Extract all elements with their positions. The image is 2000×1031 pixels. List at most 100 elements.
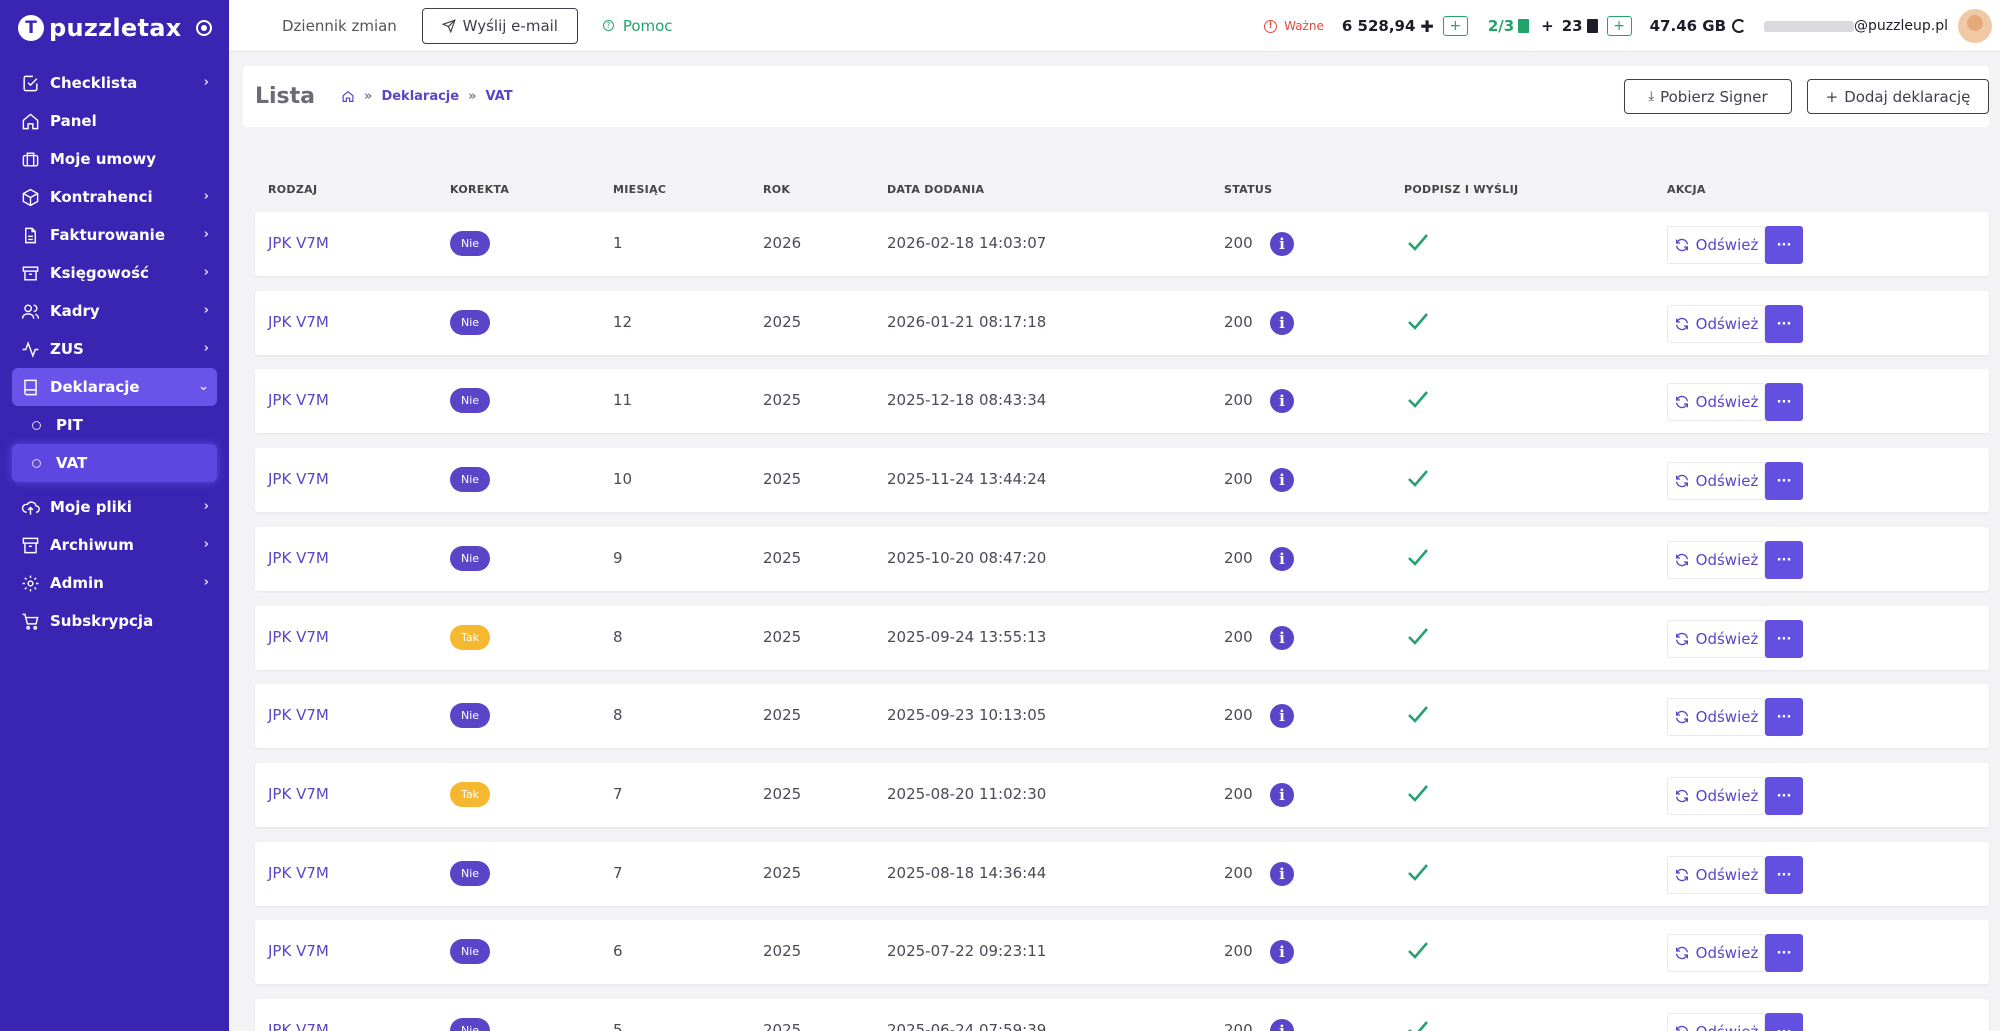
more-actions-button[interactable]: ··· bbox=[1765, 383, 1803, 421]
declaration-type-link[interactable]: JPK V7M bbox=[268, 1021, 329, 1031]
refresh-button[interactable]: Odśwież bbox=[1667, 462, 1765, 500]
add-credits-button[interactable]: + bbox=[1442, 16, 1468, 36]
avatar[interactable] bbox=[1958, 9, 1992, 43]
table-row[interactable]: JPK V7M Nie 10 2025 2025-11-24 13:44:24 200 i O… bbox=[255, 448, 1989, 512]
declaration-type-link[interactable]: JPK V7M bbox=[268, 785, 329, 803]
declaration-type-link[interactable]: JPK V7M bbox=[268, 313, 329, 331]
sidebar-subitem-vat[interactable]: VAT bbox=[12, 444, 217, 482]
info-icon[interactable]: i bbox=[1270, 232, 1294, 256]
more-actions-button[interactable]: ··· bbox=[1765, 698, 1803, 736]
column-header[interactable]: KOREKTA bbox=[450, 183, 509, 196]
date-added-cell: 2025-09-23 10:13:05 bbox=[887, 706, 1047, 724]
brand[interactable]: T puzzletax bbox=[0, 0, 229, 56]
sidebar-item-kontrahenci[interactable]: Kontrahenci › bbox=[12, 178, 217, 216]
declaration-type-link[interactable]: JPK V7M bbox=[268, 628, 329, 646]
column-header[interactable]: STATUS bbox=[1224, 183, 1272, 196]
home-icon[interactable] bbox=[341, 90, 355, 103]
refresh-button[interactable]: Odśwież bbox=[1667, 620, 1765, 658]
info-icon[interactable]: i bbox=[1270, 940, 1294, 964]
more-actions-button[interactable]: ··· bbox=[1765, 777, 1803, 815]
table-row[interactable]: JPK V7M Nie 12 2025 2026-01-21 08:17:18 200 i O… bbox=[255, 291, 1989, 355]
table-row[interactable]: JPK V7M Nie 5 2025 2025-06-24 07:59:39 200 i Od… bbox=[255, 999, 1989, 1031]
table-header: RODZAJ KOREKTA MIESIĄC ROK DATA DODANIA STATU… bbox=[255, 175, 1989, 205]
column-header[interactable]: PODPISZ I WYŚLIJ bbox=[1404, 183, 1518, 196]
declaration-type-link[interactable]: JPK V7M bbox=[268, 942, 329, 960]
declaration-type-link[interactable]: JPK V7M bbox=[268, 706, 329, 724]
more-actions-button[interactable]: ··· bbox=[1765, 1013, 1803, 1031]
info-icon[interactable]: i bbox=[1270, 626, 1294, 650]
breadcrumb-vat[interactable]: VAT bbox=[486, 89, 513, 104]
sidebar-item-subskrypcja[interactable]: Subskrypcja bbox=[12, 602, 217, 640]
declaration-type-link[interactable]: JPK V7M bbox=[268, 234, 329, 252]
more-actions-button[interactable]: ··· bbox=[1765, 541, 1803, 579]
table-row[interactable]: JPK V7M Tak 8 2025 2025-09-24 13:55:13 200 i Od… bbox=[255, 606, 1989, 670]
more-actions-button[interactable]: ··· bbox=[1765, 226, 1803, 264]
sidebar-item-moje-umowy[interactable]: Moje umowy bbox=[12, 140, 217, 178]
sidebar-item-deklaracje[interactable]: Deklaracje ⌄ bbox=[12, 368, 217, 406]
table-row[interactable]: JPK V7M Nie 7 2025 2025-08-18 14:36:44 200 i Od… bbox=[255, 842, 1989, 906]
table-row[interactable]: JPK V7M Nie 8 2025 2025-09-23 10:13:05 200 i Od… bbox=[255, 684, 1989, 748]
column-header[interactable]: RODZAJ bbox=[268, 183, 317, 196]
refresh-button[interactable]: Odśwież bbox=[1667, 777, 1765, 815]
info-icon[interactable]: i bbox=[1270, 862, 1294, 886]
refresh-button[interactable]: Odśwież bbox=[1667, 305, 1765, 343]
sidebar-item-kadry[interactable]: Kadry › bbox=[12, 292, 217, 330]
more-actions-button[interactable]: ··· bbox=[1765, 462, 1803, 500]
table-row[interactable]: JPK V7M Nie 11 2025 2025-12-18 08:43:34 200 i O… bbox=[255, 369, 1989, 433]
declaration-type-link[interactable]: JPK V7M bbox=[268, 864, 329, 882]
info-icon[interactable]: i bbox=[1270, 311, 1294, 335]
download-signer-button[interactable]: ⤓ Pobierz Signer bbox=[1624, 79, 1792, 114]
year-cell: 2025 bbox=[763, 470, 802, 488]
declaration-type-link[interactable]: JPK V7M bbox=[268, 470, 329, 488]
declaration-type-link[interactable]: JPK V7M bbox=[268, 391, 329, 409]
sidebar-item-label: Checklista bbox=[50, 74, 138, 92]
table-row[interactable]: JPK V7M Nie 1 2026 2026-02-18 14:03:07 200 i Od… bbox=[255, 212, 1989, 276]
column-header[interactable]: AKCJA bbox=[1667, 183, 1706, 196]
refresh-button[interactable]: Odśwież bbox=[1667, 1013, 1765, 1031]
sidebar-item-checklista[interactable]: Checklista › bbox=[12, 64, 217, 102]
refresh-label: Odśwież bbox=[1695, 708, 1759, 726]
column-header[interactable]: ROK bbox=[763, 183, 790, 196]
breadcrumb-deklaracje[interactable]: Deklaracje bbox=[381, 89, 459, 104]
refresh-button[interactable]: Odśwież bbox=[1667, 383, 1765, 421]
sidebar-item-panel[interactable]: Panel bbox=[12, 102, 217, 140]
user-email[interactable]: @puzzleup.pl bbox=[1764, 18, 1948, 34]
info-icon[interactable]: i bbox=[1270, 468, 1294, 492]
refresh-button[interactable]: Odśwież bbox=[1667, 226, 1765, 264]
more-actions-button[interactable]: ··· bbox=[1765, 856, 1803, 894]
table-row[interactable]: JPK V7M Nie 6 2025 2025-07-22 09:23:11 200 i Od… bbox=[255, 920, 1989, 984]
more-actions-button[interactable]: ··· bbox=[1765, 934, 1803, 972]
info-icon[interactable]: i bbox=[1270, 783, 1294, 807]
info-icon[interactable]: i bbox=[1270, 389, 1294, 413]
refresh-button[interactable]: Odśwież bbox=[1667, 698, 1765, 736]
more-actions-button[interactable]: ··· bbox=[1765, 305, 1803, 343]
important-link[interactable]: ! Ważne bbox=[1264, 19, 1324, 33]
info-icon[interactable]: i bbox=[1270, 547, 1294, 571]
storage-value: 47.46 GB bbox=[1649, 17, 1727, 35]
refresh-button[interactable]: Odśwież bbox=[1667, 541, 1765, 579]
column-header[interactable]: MIESIĄC bbox=[613, 183, 666, 196]
table-row[interactable]: JPK V7M Nie 9 2025 2025-10-20 08:47:20 200 i Od… bbox=[255, 527, 1989, 591]
column-header[interactable]: DATA DODANIA bbox=[887, 183, 984, 196]
sidebar-item-archiwum[interactable]: Archiwum › bbox=[12, 526, 217, 564]
send-email-button[interactable]: Wyślij e-mail bbox=[421, 7, 578, 44]
info-icon[interactable]: i bbox=[1270, 704, 1294, 728]
sidebar-item-zus[interactable]: ZUS › bbox=[12, 330, 217, 368]
refresh-button[interactable]: Odśwież bbox=[1667, 856, 1765, 894]
sidebar-item-admin[interactable]: Admin › bbox=[12, 564, 217, 602]
sidebar-item-księgowość[interactable]: Księgowość › bbox=[12, 254, 217, 292]
sidebar-item-moje-pliki[interactable]: Moje pliki › bbox=[12, 488, 217, 526]
more-actions-button[interactable]: ··· bbox=[1765, 620, 1803, 658]
target-icon[interactable] bbox=[195, 20, 212, 36]
help-link[interactable]: ? Pomoc bbox=[602, 17, 673, 35]
year-cell: 2025 bbox=[763, 864, 802, 882]
declaration-type-link[interactable]: JPK V7M bbox=[268, 549, 329, 567]
changelog-link[interactable]: Dziennik zmian bbox=[282, 17, 397, 35]
add-documents-button[interactable]: + bbox=[1606, 16, 1632, 36]
sidebar-subitem-pit[interactable]: PIT bbox=[12, 406, 217, 444]
info-icon[interactable]: i bbox=[1270, 1019, 1294, 1031]
add-declaration-button[interactable]: + Dodaj deklarację bbox=[1807, 79, 1989, 114]
refresh-button[interactable]: Odśwież bbox=[1667, 934, 1765, 972]
table-row[interactable]: JPK V7M Tak 7 2025 2025-08-20 11:02:30 200 i Od… bbox=[255, 763, 1989, 827]
sidebar-item-fakturowanie[interactable]: Fakturowanie › bbox=[12, 216, 217, 254]
